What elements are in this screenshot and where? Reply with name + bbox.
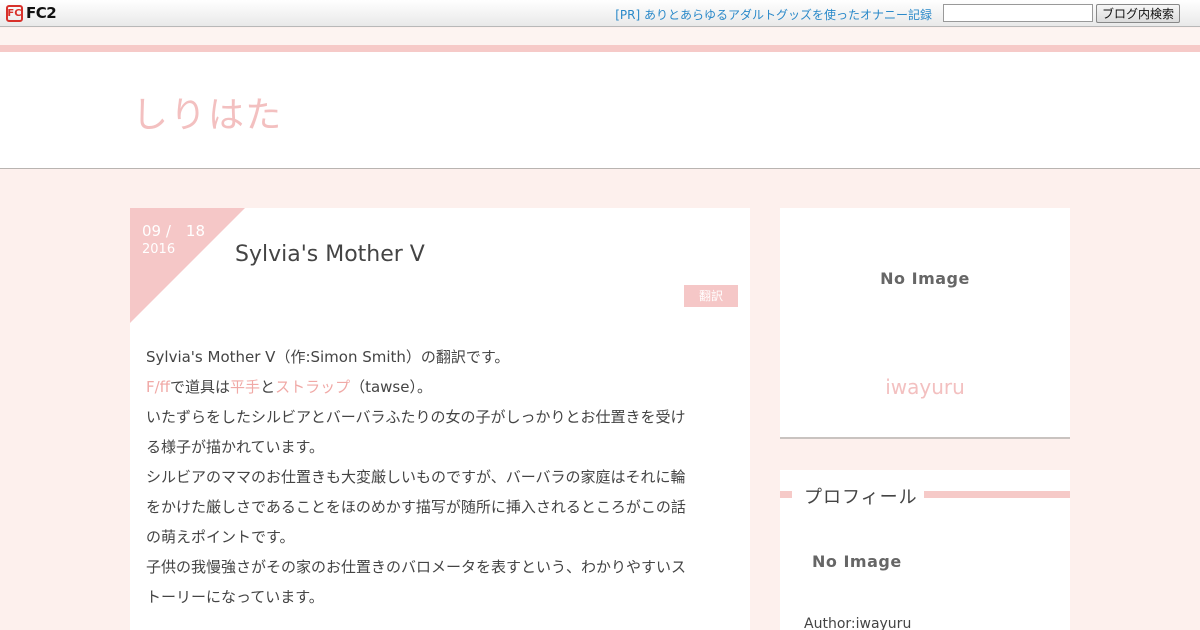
fc2-logo-text: FC2 bbox=[26, 4, 57, 22]
post-body-line: をかけた厳しさであることをほのめかす描写が随所に挿入されるところがこの話 bbox=[146, 498, 686, 516]
post-body-line: る様子が描かれています。 bbox=[146, 438, 325, 456]
profile-heading: プロフィール bbox=[804, 487, 918, 508]
post-title[interactable]: Sylvia's Mother Ⅴ bbox=[235, 242, 425, 267]
post-intro: Sylvia's Mother Ⅴ（作:Simon Smith）の翻訳です。 bbox=[146, 348, 510, 366]
user-name-link[interactable]: iwayuru bbox=[780, 375, 1070, 399]
post-tags-line: F/ffで道具は平手とストラップ（tawse）。 bbox=[146, 372, 731, 402]
post-date: 09 / 18 bbox=[142, 222, 205, 240]
tag-text: （tawse）。 bbox=[350, 378, 432, 396]
category-tag[interactable]: 翻訳 bbox=[684, 285, 738, 307]
profile-image-placeholder: No Image bbox=[812, 552, 902, 571]
tag-link-hirate[interactable]: 平手 bbox=[230, 378, 260, 396]
post-body-line: の萌えポイントです。 bbox=[146, 528, 295, 546]
tag-text: で道具は bbox=[170, 378, 231, 396]
blog-search-input[interactable] bbox=[943, 4, 1093, 22]
fc2-toolbar: FC FC2 [PR] ありとあらゆるアダルトグッズを使ったオナニー記録 ブログ… bbox=[0, 0, 1200, 27]
profile-author: Author:iwayuru bbox=[804, 616, 912, 630]
tag-link-fff[interactable]: F/ff bbox=[146, 378, 170, 396]
tag-text: と bbox=[260, 378, 276, 396]
heading-decoration-right bbox=[924, 491, 1070, 498]
post-body: Sylvia's Mother Ⅴ（作:Simon Smith）の翻訳です。 F… bbox=[146, 342, 731, 612]
post-body-line: いたずらをしたシルビアとバーバラふたりの女の子がしっかりとお仕置きを受け bbox=[146, 408, 686, 426]
post-body-line: トーリーになっています。 bbox=[146, 588, 324, 606]
post-body-line: 子供の我慢強さがその家のお仕置きのバロメータを表すという、わかりやすいス bbox=[146, 558, 687, 576]
post-year: 2016 bbox=[142, 242, 176, 257]
user-image-placeholder: No Image bbox=[880, 269, 970, 288]
pr-ad-link[interactable]: [PR] ありとあらゆるアダルトグッズを使ったオナニー記録 bbox=[615, 6, 932, 23]
header-stripe bbox=[0, 28, 1200, 45]
post-body-line: シルビアのママのお仕置きも大変厳しいものですが、バーバラの家庭はそれに輪 bbox=[146, 468, 686, 486]
sidebar-profile: プロフィール No Image Author:iwayuru bbox=[780, 470, 1070, 630]
header-accent-line bbox=[0, 45, 1200, 52]
article-entry: 09 / 18 2016 Sylvia's Mother Ⅴ 翻訳 Sylvia… bbox=[130, 208, 750, 630]
blog-title[interactable]: しりはた bbox=[132, 86, 283, 138]
blog-search-button[interactable]: ブログ内検索 bbox=[1096, 4, 1180, 23]
blog-header: しりはた bbox=[0, 52, 1200, 169]
heading-decoration-left bbox=[780, 491, 792, 498]
fc2-logo-icon: FC bbox=[6, 4, 23, 22]
sidebar-user-card: No Image iwayuru bbox=[780, 208, 1070, 439]
fc2-logo[interactable]: FC FC2 bbox=[6, 4, 57, 22]
tag-link-strap[interactable]: ストラップ bbox=[275, 378, 350, 396]
